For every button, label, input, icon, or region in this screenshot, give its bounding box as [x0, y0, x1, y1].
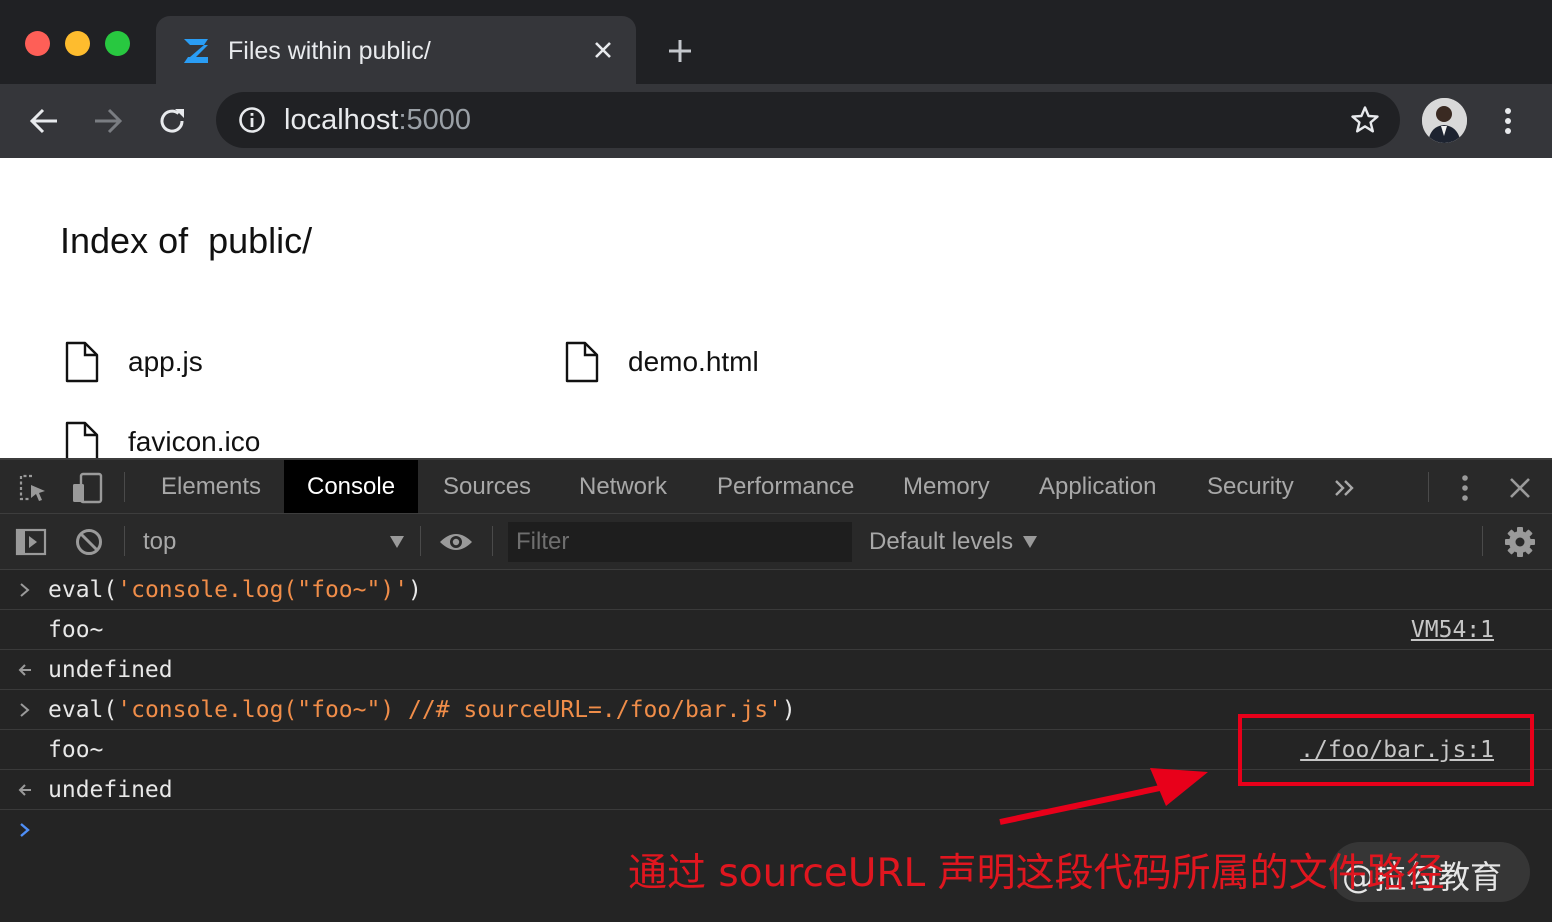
- dropdown-arrow-icon: [390, 536, 404, 548]
- tab-sources[interactable]: Sources: [420, 460, 554, 513]
- highlight-box: [1238, 714, 1534, 786]
- forward-arrow-icon[interactable]: [88, 101, 128, 141]
- file-item[interactable]: favicon.ico: [64, 420, 260, 458]
- devtools-menu-icon[interactable]: [1454, 472, 1476, 504]
- page-viewport: Index of public/ app.js demo.html favico…: [0, 158, 1552, 458]
- reload-icon[interactable]: [152, 101, 192, 141]
- window-titlebar: Files within public/: [0, 0, 1552, 84]
- annotation-caption: 通过 sourceURL 声明这段代码所属的文件路径: [628, 851, 1445, 896]
- file-name[interactable]: demo.html: [628, 346, 759, 378]
- context-selector[interactable]: top: [128, 522, 418, 562]
- code-close: ): [781, 697, 796, 723]
- back-arrow-icon[interactable]: [24, 101, 64, 141]
- tab-elements[interactable]: Elements: [138, 460, 284, 513]
- profile-avatar[interactable]: [1422, 98, 1467, 143]
- maximize-window-button[interactable]: [105, 31, 130, 56]
- prompt-chevron-icon: [14, 698, 36, 722]
- tab-memory[interactable]: Memory: [880, 460, 1013, 513]
- info-icon[interactable]: [238, 106, 266, 134]
- inspect-element-icon[interactable]: [16, 472, 50, 504]
- file-name[interactable]: app.js: [128, 346, 203, 378]
- file-item[interactable]: app.js: [64, 340, 203, 384]
- toolbar-divider: [124, 472, 125, 502]
- url-host: localhost: [284, 104, 399, 136]
- tab-network[interactable]: Network: [556, 460, 690, 513]
- console-input-text: eval('console.log("foo~") //# sourceURL=…: [48, 696, 796, 724]
- file-icon: [65, 341, 99, 383]
- address-bar[interactable]: localhost:5000: [216, 92, 1400, 148]
- new-tab-icon[interactable]: [662, 33, 698, 69]
- console-settings-gear-icon[interactable]: [1502, 524, 1538, 560]
- result-arrow-icon: [14, 778, 36, 802]
- log-levels-label: Default levels: [869, 528, 1014, 555]
- toolbar-divider: [492, 526, 493, 556]
- file-item[interactable]: demo.html: [564, 340, 759, 384]
- sidebar-toggle-icon[interactable]: [14, 526, 48, 558]
- prompt-chevron-icon: [14, 818, 36, 842]
- console-input-text: eval('console.log("foo~")'): [48, 576, 422, 604]
- tab-console[interactable]: Console: [284, 460, 419, 513]
- page-title: Index of public/: [60, 220, 313, 261]
- console-input-row: eval('console.log("foo~")'): [0, 570, 1552, 610]
- console-log-row: foo~ VM54:1: [0, 610, 1552, 650]
- code-fn: eval(: [48, 577, 118, 603]
- source-link[interactable]: VM54:1: [1411, 616, 1494, 644]
- clear-console-icon[interactable]: [72, 526, 106, 558]
- file-name[interactable]: favicon.ico: [128, 426, 260, 458]
- tab-application[interactable]: Application: [1016, 460, 1179, 513]
- console-toolbar: top Default levels: [0, 514, 1552, 570]
- console-log-text: foo~: [48, 617, 104, 643]
- log-levels-dropdown[interactable]: Default levels: [869, 522, 1038, 562]
- close-tab-icon[interactable]: [588, 35, 618, 65]
- code-close: ): [408, 577, 422, 603]
- minimize-window-button[interactable]: [65, 31, 90, 56]
- bookmark-star-icon[interactable]: [1350, 105, 1380, 135]
- browser-tab[interactable]: Files within public/: [156, 16, 636, 84]
- code-string: 'console.log("foo~") //# sourceURL=./foo…: [117, 697, 782, 723]
- console-result-row: undefined: [0, 650, 1552, 690]
- tab-performance[interactable]: Performance: [694, 460, 877, 513]
- devtools-tab-bar: Elements Console Sources Network Perform…: [0, 460, 1552, 514]
- result-arrow-icon: [14, 658, 36, 682]
- tab-title: Files within public/: [228, 37, 431, 65]
- device-toolbar-icon[interactable]: [70, 472, 104, 504]
- prompt-chevron-icon: [14, 578, 36, 602]
- console-log-text: foo~: [48, 737, 104, 763]
- console-result-text: undefined: [48, 777, 173, 803]
- toolbar-divider: [420, 526, 421, 556]
- annotation-arrow-icon: [999, 768, 1208, 825]
- close-devtools-icon[interactable]: [1505, 473, 1535, 503]
- dropdown-arrow-icon: [1023, 536, 1038, 548]
- live-expression-eye-icon[interactable]: [436, 526, 476, 558]
- zeit-favicon-icon: [184, 39, 208, 63]
- console-filter-input[interactable]: [508, 522, 852, 562]
- more-tabs-chevron-icon[interactable]: [1330, 474, 1360, 502]
- code-fn: eval(: [48, 697, 118, 723]
- toolbar-divider: [1482, 526, 1483, 556]
- toolbar-divider: [124, 526, 125, 556]
- browser-menu-icon[interactable]: [1496, 101, 1520, 141]
- url-port: :5000: [398, 104, 472, 136]
- close-window-button[interactable]: [25, 31, 50, 56]
- tab-security[interactable]: Security: [1184, 460, 1317, 513]
- url-text[interactable]: localhost:5000: [284, 104, 471, 136]
- context-label: top: [143, 528, 177, 555]
- code-string: 'console.log("foo~")': [117, 577, 409, 603]
- console-result-text: undefined: [48, 657, 173, 683]
- toolbar-divider: [1428, 472, 1429, 502]
- file-icon: [65, 421, 99, 458]
- browser-toolbar: localhost:5000: [0, 84, 1552, 158]
- file-icon: [565, 341, 599, 383]
